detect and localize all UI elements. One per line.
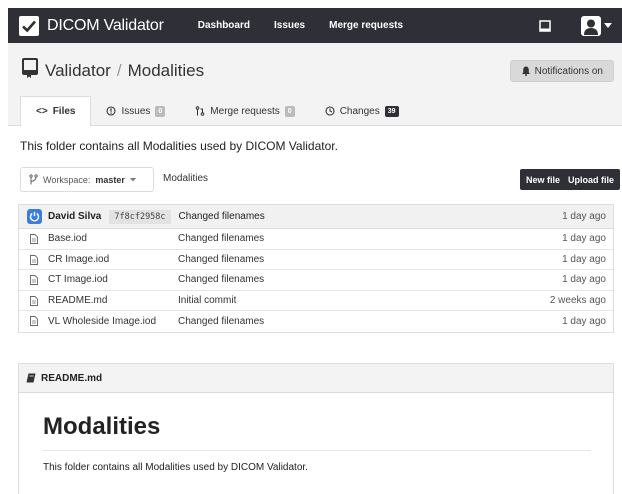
tab-files[interactable]: <> Files (20, 96, 92, 127)
commit-author[interactable]: David Silva (48, 211, 101, 222)
notifications-button[interactable]: Notifications on (509, 60, 614, 82)
file-commit-message[interactable]: Changed filenames (178, 274, 264, 285)
file-icon (30, 316, 38, 326)
brand-name: DICOM Validator (47, 16, 164, 34)
user-menu[interactable] (581, 15, 612, 36)
merge-requests-count-badge: 0 (284, 105, 295, 117)
readme-header: README.md (19, 364, 613, 393)
caret-down-icon (129, 177, 136, 181)
tablet-icon[interactable] (539, 19, 551, 32)
file-time: 1 day ago (562, 253, 606, 265)
tab-merge-requests[interactable]: Merge requests 0 (180, 96, 309, 126)
table-row[interactable]: Base.iod Changed filenames 1 day ago (19, 229, 613, 250)
file-name[interactable]: README.md (48, 295, 107, 306)
table-row[interactable]: CT Image.iod Changed filenames 1 day ago (19, 270, 613, 291)
file-time: 1 day ago (562, 315, 606, 327)
breadcrumb-separator: / (116, 61, 122, 80)
commit-time: 1 day ago (562, 211, 606, 222)
file-icon (30, 254, 38, 265)
readme-panel: README.md Modalities This folder contain… (18, 363, 614, 494)
issues-count-badge: 0 (155, 105, 166, 117)
file-table: David Silva 7f8cf2958c Changed filenames… (18, 204, 614, 333)
folder-description: This folder contains all Modalities used… (20, 139, 338, 153)
tab-merge-requests-label: Merge requests (210, 105, 280, 117)
repository-icon (21, 58, 39, 81)
last-commit-row: David Silva 7f8cf2958c Changed filenames… (19, 205, 613, 229)
commit-message[interactable]: Changed filenames (179, 211, 265, 222)
workspace-label: Workspace: (43, 174, 91, 185)
file-icon (30, 234, 38, 244)
breadcrumb-folder[interactable]: Modalities (128, 61, 205, 80)
history-icon (325, 106, 335, 116)
bell-icon (521, 66, 530, 76)
file-icon (30, 295, 38, 306)
divider (43, 450, 591, 451)
readme-heading: Modalities (43, 413, 161, 440)
tab-files-label: Files (52, 106, 76, 117)
table-row[interactable]: VL Wholeside Image.iod Changed filenames… (19, 311, 613, 332)
file-icon (30, 275, 38, 285)
table-row[interactable]: CR Image.iod Changed filenames 1 day ago (19, 250, 613, 270)
file-commit-message[interactable]: Initial commit (178, 295, 236, 306)
avatar[interactable] (27, 209, 42, 224)
tab-changes-label: Changes (339, 105, 380, 117)
breadcrumb: Validator / Modalities (45, 61, 204, 81)
table-row[interactable]: README.md Initial commit 2 weeks ago (19, 291, 613, 311)
file-name[interactable]: Base.iod (48, 233, 87, 244)
project-header: Validator / Modalities Notifications on <>… (8, 43, 622, 127)
file-commit-message[interactable]: Changed filenames (178, 254, 264, 265)
upload-file-button[interactable]: Upload file (562, 169, 621, 190)
user-avatar-icon (581, 15, 601, 36)
current-path[interactable]: Modalities (163, 173, 208, 184)
nav-link-merge-requests[interactable]: Merge requests (329, 20, 403, 31)
file-name[interactable]: VL Wholeside Image.iod (48, 316, 156, 327)
new-file-button[interactable]: New file (520, 169, 567, 190)
project-tabs: <> Files Issues 0 Merge requests 0 Chang… (20, 96, 414, 127)
issue-icon (106, 106, 117, 116)
commit-sha[interactable]: 7f8cf2958c (109, 209, 171, 224)
tab-issues[interactable]: Issues 0 (91, 96, 180, 126)
file-time: 2 weeks ago (549, 294, 606, 306)
file-time: 1 day ago (562, 274, 606, 286)
file-commit-message[interactable]: Changed filenames (178, 233, 264, 244)
code-icon: <> (36, 106, 48, 117)
top-navbar: DICOM Validator Dashboard Issues Merge r… (8, 8, 622, 43)
readme-filename[interactable]: README.md (41, 373, 102, 384)
brand[interactable]: DICOM Validator (19, 15, 164, 36)
branch-icon (29, 174, 38, 185)
file-time: 1 day ago (562, 233, 606, 245)
branch-name: master (95, 174, 125, 185)
changes-count-badge: 39 (384, 105, 399, 117)
merge-request-icon (195, 106, 205, 116)
nav-link-issues[interactable]: Issues (274, 20, 305, 31)
file-name[interactable]: CT Image.iod (48, 274, 108, 285)
checkbox-logo-icon (19, 15, 39, 36)
file-commit-message[interactable]: Changed filenames (178, 316, 264, 327)
file-name[interactable]: CR Image.iod (48, 254, 109, 265)
notifications-label: Notifications on (534, 65, 603, 77)
readme-body: This folder contains all Modalities used… (43, 462, 308, 473)
nav-link-dashboard[interactable]: Dashboard (198, 20, 250, 31)
workspace-branch-dropdown[interactable]: Workspace: master (20, 167, 154, 192)
tab-changes[interactable]: Changes 39 (310, 96, 414, 126)
book-icon (26, 373, 36, 383)
tab-issues-label: Issues (121, 105, 151, 117)
caret-down-icon (604, 22, 612, 28)
power-icon (29, 211, 40, 222)
breadcrumb-project[interactable]: Validator (45, 61, 111, 80)
